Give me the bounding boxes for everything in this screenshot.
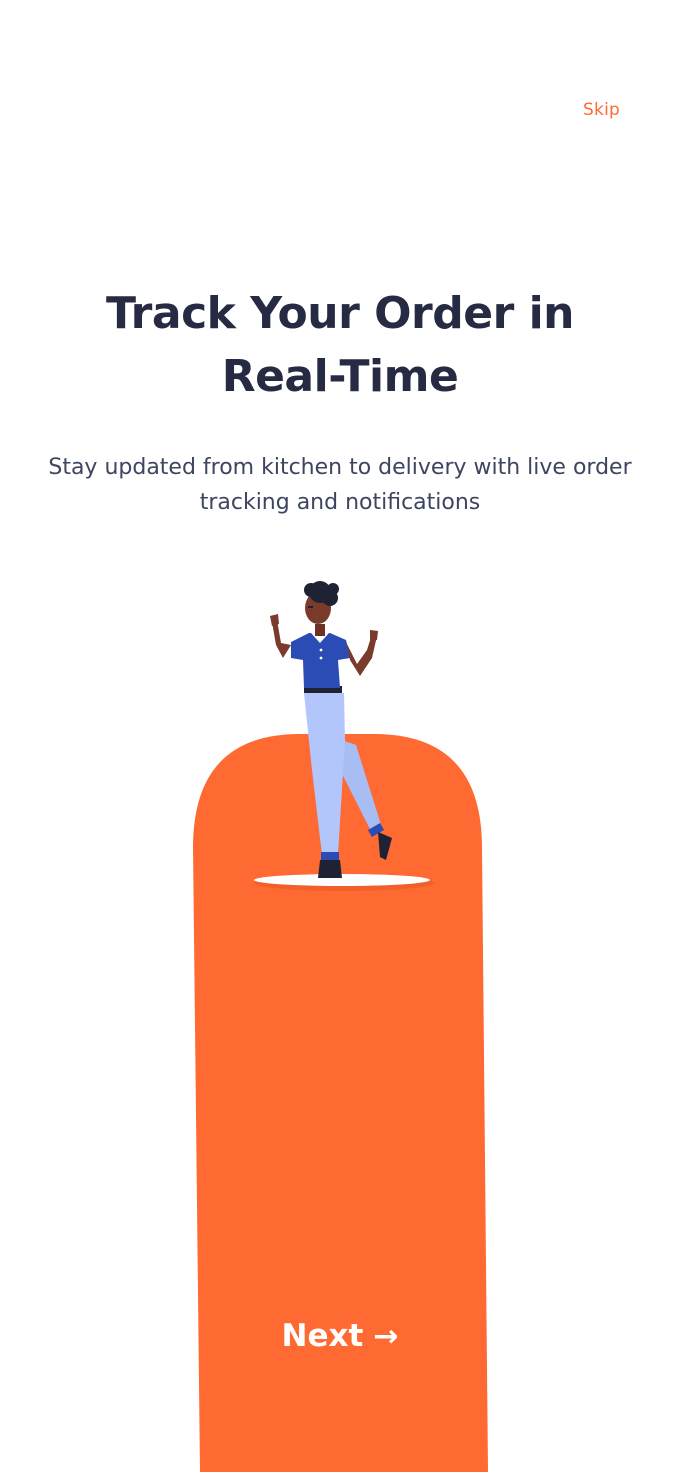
arrow-right-icon: → bbox=[373, 1318, 399, 1354]
person-celebrating-illustration bbox=[254, 581, 434, 891]
next-label: Next bbox=[281, 1318, 364, 1354]
next-button[interactable]: Next → bbox=[200, 1304, 480, 1368]
